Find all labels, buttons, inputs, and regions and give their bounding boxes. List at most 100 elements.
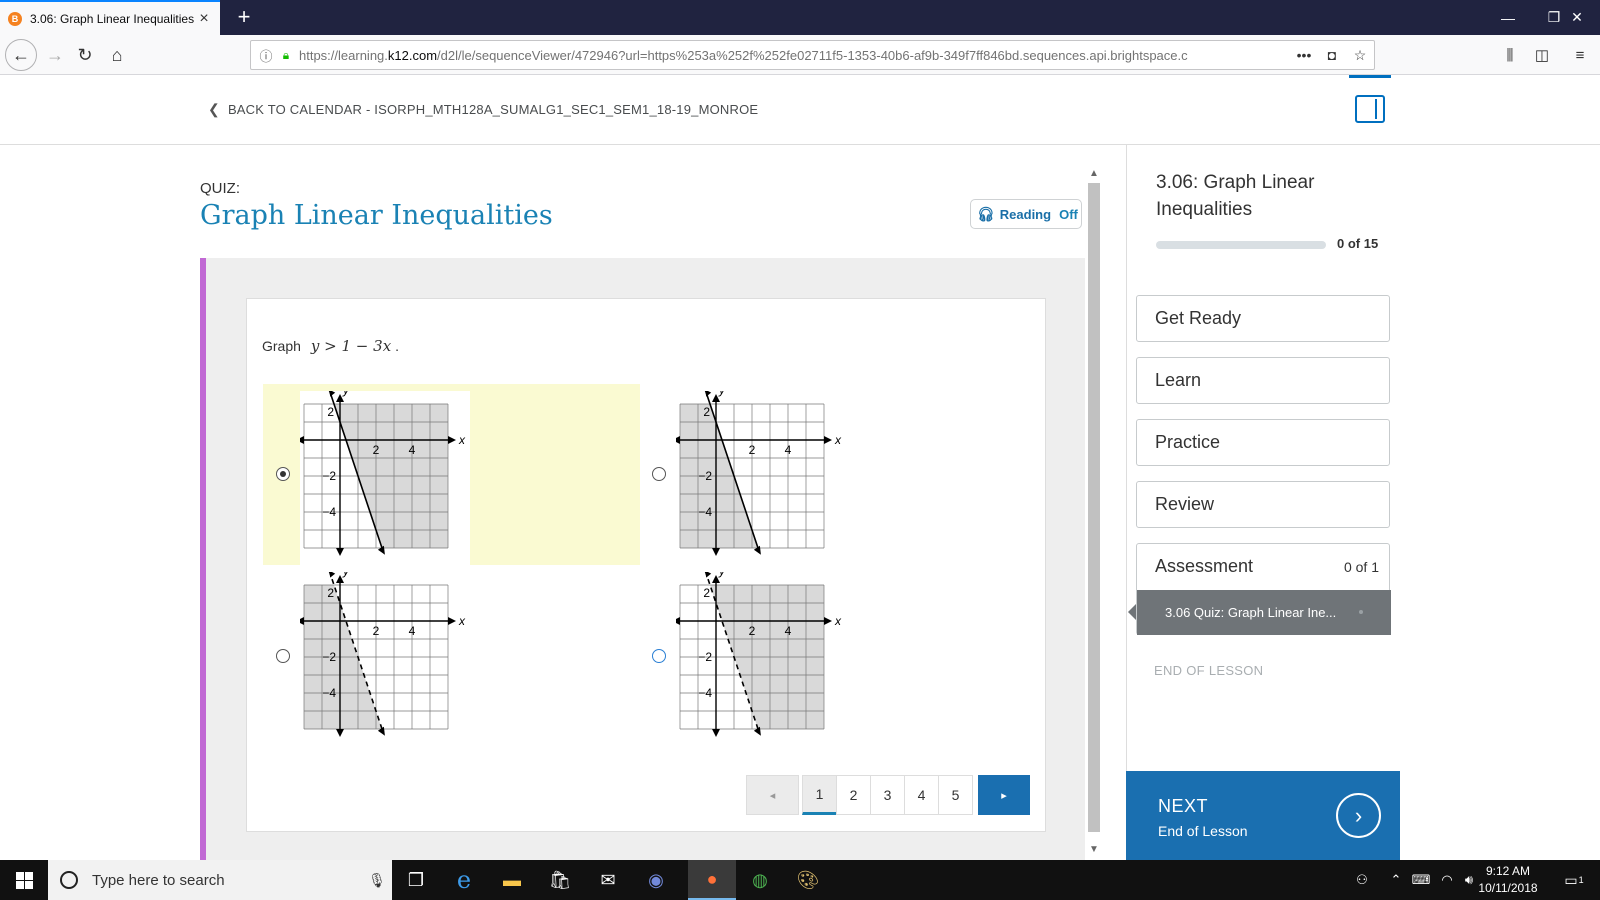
toggle-panel-icon[interactable] — [1355, 95, 1385, 123]
tick-label: 2 — [703, 586, 710, 600]
url-text[interactable]: https://learning.k12.com/d2l/le/sequence… — [295, 48, 1290, 63]
microphone-icon[interactable]: 🎙︎ — [362, 872, 392, 889]
tick-label: −2 — [322, 469, 336, 483]
page-button-1[interactable]: 1 — [802, 775, 837, 815]
choice-graph-1[interactable]: y x 2 4 2 −2 −4 — [300, 391, 470, 566]
next-button[interactable]: NEXT End of Lesson › — [1126, 771, 1400, 860]
x-axis-label: x — [834, 614, 842, 628]
tab-title: 3.06: Graph Linear Inequalities - — [30, 11, 196, 26]
page-button-2[interactable]: 2 — [836, 775, 871, 815]
page-button-5[interactable]: 5 — [938, 775, 973, 815]
tick-label: −4 — [322, 505, 336, 519]
tick-label: −4 — [698, 505, 712, 519]
minimize-icon[interactable]: — — [1485, 0, 1531, 35]
wifi-icon[interactable]: ◠ — [1436, 860, 1458, 900]
mail-icon[interactable]: ✉ — [584, 860, 632, 900]
sidebar-item-assessment[interactable]: Assessment 0 of 1 3.06 Quiz: Graph Linea… — [1136, 543, 1391, 635]
sidebar-item-learn[interactable]: Learn — [1136, 357, 1390, 404]
headphones-icon: 🎧︎ — [977, 205, 995, 222]
tab-close-icon[interactable]: × — [196, 10, 212, 28]
lock-icon[interactable]: 🔒︎ — [277, 48, 295, 63]
tick-label: 2 — [749, 624, 756, 638]
choice-graph-3[interactable]: y x 2 4 2 −2 −4 — [300, 572, 470, 747]
x-axis-arrow-icon — [448, 617, 456, 625]
sidebar-icon[interactable]: ◫ — [1527, 40, 1557, 70]
store-icon[interactable]: 🛍︎ — [536, 860, 584, 900]
taskbar-clock[interactable]: 9:12 AM 10/11/2018 — [1473, 863, 1543, 897]
tick-label: 2 — [327, 586, 334, 600]
discord-icon[interactable]: ◉ — [632, 860, 680, 900]
library-icon[interactable]: ⫼ — [1495, 40, 1525, 70]
reload-icon[interactable]: ↻ — [70, 40, 100, 70]
choice-radio-2[interactable] — [652, 467, 666, 481]
close-window-icon[interactable]: ✕ — [1554, 0, 1600, 35]
tick-label: 4 — [785, 624, 792, 638]
tick-label: 2 — [703, 405, 710, 419]
x-axis-arrow-icon — [676, 436, 680, 444]
lesson-title: 3.06: Graph Linear Inequalities — [1156, 172, 1315, 220]
home-icon[interactable]: ⌂ — [102, 40, 132, 70]
reading-toggle-button[interactable]: 🎧︎ Reading Off — [970, 199, 1082, 229]
quiz-label: QUIZ: — [200, 180, 240, 197]
assessment-count: 0 of 1 — [1343, 559, 1379, 575]
choice-radio-3[interactable] — [276, 649, 290, 663]
panel-tab-indicator — [1349, 75, 1391, 78]
windows-start-icon[interactable] — [0, 860, 48, 900]
chevron-left-icon: ❮ — [208, 101, 220, 117]
notification-count: 1 — [1578, 875, 1584, 885]
content-scrollbar[interactable]: ▲ ▼ — [1086, 168, 1102, 860]
edge-icon[interactable]: e — [440, 860, 488, 900]
action-center-icon[interactable]: ▭ 1 — [1556, 860, 1592, 900]
tick-label: 2 — [327, 405, 334, 419]
taskbar-search-box[interactable]: Type here to search 🎙︎ — [48, 860, 392, 900]
x-axis-arrow-icon — [824, 617, 832, 625]
browser-tab[interactable]: B 3.06: Graph Linear Inequalities - × — [0, 0, 220, 35]
sidebar-item-review[interactable]: Review — [1136, 481, 1390, 528]
windows-taskbar: Type here to search 🎙︎ ❐ e ▬ 🛍︎ ✉ ◉ ● ◍ … — [0, 860, 1600, 900]
current-item-caret-icon — [1128, 604, 1136, 620]
end-of-lesson-label: END OF LESSON — [1154, 663, 1264, 678]
y-axis-label: y — [718, 391, 726, 397]
sidebar-item-practice[interactable]: Practice — [1136, 419, 1390, 466]
new-tab-icon[interactable]: + — [230, 3, 258, 31]
more-icon[interactable]: ••• — [1290, 47, 1318, 63]
keyboard-language-icon[interactable]: ⌨ — [1410, 860, 1432, 900]
scroll-up-icon[interactable]: ▲ — [1086, 168, 1102, 182]
page-button-4[interactable]: 4 — [904, 775, 939, 815]
people-icon[interactable]: ⚇ — [1350, 860, 1374, 900]
bookmark-star-icon[interactable]: ☆ — [1346, 47, 1374, 64]
boundary-arrow-icon — [329, 572, 336, 578]
firefox-icon[interactable]: ● — [688, 860, 736, 900]
page-button-3[interactable]: 3 — [870, 775, 905, 815]
back-icon[interactable]: ← — [5, 39, 37, 71]
task-view-icon[interactable]: ❐ — [392, 860, 440, 900]
back-link-label: BACK TO CALENDAR - ISORPH_MTH128A_SUMALG… — [227, 102, 759, 117]
scrollbar-thumb[interactable] — [1088, 183, 1100, 832]
choice-graph-4[interactable]: y x 2 4 2 −2 −4 — [676, 572, 846, 747]
x-axis-arrow-icon — [824, 436, 832, 444]
sidebar-item-get-ready[interactable]: Get Ready — [1136, 295, 1390, 342]
pagination-next-button[interactable]: ▸ — [978, 775, 1030, 815]
page-header: ❮ BACK TO CALENDAR - ISORPH_MTH128A_SUMA… — [0, 75, 1600, 145]
boundary-arrow-icon — [705, 572, 712, 578]
choice-radio-1[interactable] — [276, 467, 290, 481]
tray-chevron-icon[interactable]: ⌃ — [1386, 860, 1406, 900]
y-axis-arrow-icon — [336, 548, 344, 556]
file-explorer-icon[interactable]: ▬ — [488, 860, 536, 900]
url-bar[interactable]: ⓘ 🔒︎ https://learning.k12.com/d2l/le/seq… — [250, 40, 1375, 70]
assessment-quiz-item[interactable]: 3.06 Quiz: Graph Linear Ine... — [1137, 590, 1391, 635]
scroll-down-icon[interactable]: ▼ — [1086, 844, 1102, 858]
paint-icon[interactable]: 🎨︎ — [784, 860, 832, 900]
prompt-word: Graph — [262, 338, 301, 354]
info-icon[interactable]: ⓘ — [255, 46, 277, 65]
next-label: NEXT — [1158, 796, 1209, 816]
lesson-progress-count: 0 of 15 — [1337, 236, 1379, 251]
choice-radio-4[interactable] — [652, 649, 666, 663]
pagination-prev-button[interactable]: ◂ — [746, 775, 799, 815]
choice-graph-2[interactable]: y x 2 4 2 −2 −4 — [676, 391, 846, 566]
chrome-icon[interactable]: ◍ — [736, 860, 784, 900]
pocket-icon[interactable]: ◘ — [1318, 47, 1346, 63]
forward-icon[interactable]: → — [40, 40, 70, 70]
back-to-calendar-link[interactable]: ❮ BACK TO CALENDAR - ISORPH_MTH128A_SUMA… — [208, 101, 758, 118]
menu-icon[interactable]: ≡ — [1565, 40, 1595, 70]
